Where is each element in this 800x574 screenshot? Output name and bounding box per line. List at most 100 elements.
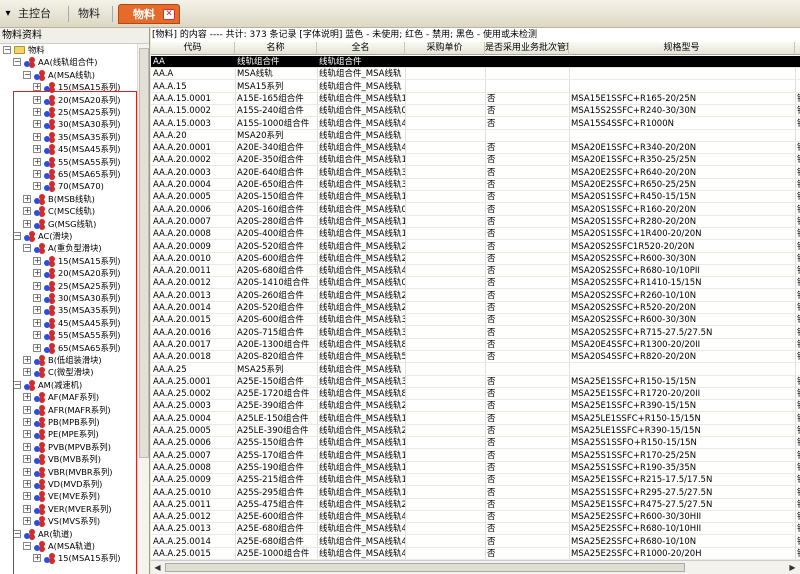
table-row[interactable]: AA.A.15.0003 A15S-1000组合件线轨组合件_MSA线轨493 否 M…: [151, 118, 800, 130]
table-row[interactable]: AA.A.20.0015 A20S-600组合件 线轨组合件_MSA线轨312 否 MS…: [151, 314, 800, 327]
expand-icon[interactable]: +: [23, 504, 31, 513]
expand-icon[interactable]: +: [23, 393, 31, 402]
tree-node[interactable]: + AF(MAF系列): [0, 391, 137, 404]
table-row[interactable]: AA.A.25.0012 A25E-600组合件 线轨组合件_MSA线轨463 否 MS…: [151, 511, 800, 524]
expand-icon[interactable]: +: [33, 294, 41, 302]
table-row[interactable]: AA.A.25.0009 A25S-215组合件 线轨组合件_MSA线轨164 否 MS…: [151, 474, 800, 487]
grid-horizontal-scrollbar[interactable]: ◀ ▶: [151, 560, 800, 574]
scroll-left-icon[interactable]: ◀: [152, 562, 163, 573]
expand-icon[interactable]: +: [23, 405, 31, 414]
tree-node[interactable]: +55(MSA55系列): [0, 329, 137, 342]
expand-icon[interactable]: +: [23, 430, 31, 439]
column-header[interactable]: 规格型号: [569, 42, 795, 55]
expand-icon[interactable]: +: [23, 219, 31, 228]
column-header[interactable]: 全名: [317, 42, 405, 55]
tree-node[interactable]: − A(MSA轨道): [0, 540, 137, 552]
table-row-selected[interactable]: AA 线轨组合件 线轨组合件: [151, 56, 800, 68]
tree-node[interactable]: + C(MSC线轨): [0, 205, 137, 218]
tree-node[interactable]: +35(MSA35系列): [0, 304, 137, 317]
tree-node[interactable]: + B(低组装滑块): [0, 354, 137, 366]
expand-icon[interactable]: +: [23, 207, 31, 216]
tree-node[interactable]: − AA(线轨组合件): [0, 56, 137, 69]
column-header[interactable]: [795, 42, 800, 55]
table-row[interactable]: AA.A.20.0006 A20S-160组合件 线轨组合件_MSA线轨0 否 MSA2…: [151, 204, 800, 216]
tree-scroll-thumb[interactable]: [139, 48, 149, 458]
table-row[interactable]: AA.A.20.0014 A20S-520组合件 线轨组合件_MSA线轨294 否 MS…: [151, 302, 800, 314]
collapse-icon[interactable]: −: [13, 380, 21, 389]
tree-node[interactable]: − A(重负型滑块): [0, 242, 137, 255]
column-header[interactable]: 是否采用业务批次管理: [485, 42, 569, 55]
expand-icon[interactable]: +: [33, 145, 41, 154]
table-row[interactable]: AA.A.15 MSA15系列 线轨组合件_MSA线轨: [151, 81, 800, 93]
table-row[interactable]: AA.A.25.0014 A25E-680组合件 线轨组合件_MSA线轨402 否 MS…: [151, 536, 800, 548]
tree-node[interactable]: + C(微型滑块): [0, 366, 137, 379]
tree-node[interactable]: +35(MSA35系列): [0, 131, 137, 143]
tree-node[interactable]: + G(MSG线轨): [0, 218, 137, 230]
table-row[interactable]: AA.A.20 MSA20系列 线轨组合件_MSA线轨: [151, 130, 800, 142]
tree-node[interactable]: − A(MSA线轨): [0, 69, 137, 81]
tree-node[interactable]: +25(MSA25系列): [0, 106, 137, 118]
tree-node[interactable]: +20(MSA20系列): [0, 267, 137, 280]
table-row[interactable]: AA.A.25.0004 A25LE-150组合件线轨组合件_MSA线轨183 否 M…: [151, 413, 800, 425]
expand-icon[interactable]: +: [23, 492, 31, 501]
tree-node[interactable]: +30(MSA30系列): [0, 118, 137, 131]
tree-node[interactable]: +15(MSA15系列): [0, 552, 137, 565]
tree-node[interactable]: + VD(MVD系列): [0, 478, 137, 490]
table-row[interactable]: AA.A.25.0013 A25E-680组合件 线轨组合件_MSA线轨487 否 MS…: [151, 523, 800, 536]
expand-icon[interactable]: +: [23, 480, 31, 488]
tree-node[interactable]: + VE(MVE系列): [0, 490, 137, 503]
expand-icon[interactable]: +: [23, 467, 31, 476]
expand-icon[interactable]: +: [33, 318, 41, 327]
tree-node[interactable]: +15(MSA15系列): [0, 255, 137, 267]
tree-node[interactable]: + PVB(MPVB系列): [0, 441, 137, 453]
table-row[interactable]: AA.A.15.0002 A15S-240组合件 线轨组合件_MSA线轨0 否 MSA1…: [151, 105, 800, 118]
collapse-icon[interactable]: −: [23, 70, 31, 79]
tree-node[interactable]: + VER(MVER系列): [0, 503, 137, 515]
expand-icon[interactable]: +: [33, 256, 41, 265]
table-row[interactable]: AA.A.25.0010 A25S-295组合件 线轨组合件_MSA线轨184 否 MS…: [151, 487, 800, 499]
expand-icon[interactable]: +: [23, 368, 31, 377]
table-row[interactable]: AA.A.20.0018 A20S-820组合件 线轨组合件_MSA线轨528 否 MS…: [151, 351, 800, 364]
expand-icon[interactable]: +: [33, 554, 41, 563]
table-row[interactable]: AA.A.20.0003 A20E-640组合件 线轨组合件_MSA线轨330 否 MS…: [151, 167, 800, 179]
expand-icon[interactable]: +: [33, 306, 41, 315]
expand-icon[interactable]: +: [33, 182, 41, 191]
table-row[interactable]: AA.A.15.0001 A15E-165组合件 线轨组合件_MSA线轨109 否 MS…: [151, 93, 800, 105]
table-row[interactable]: AA.A.20.0012 A20S-1410组合件 线轨组合件_MSA线轨0 否 MSA…: [151, 277, 800, 290]
tree-node[interactable]: +45(MSA45系列): [0, 143, 137, 156]
tree-node[interactable]: − AR(轨道): [0, 528, 137, 540]
tree-node[interactable]: − AC(滑块): [0, 230, 137, 242]
collapse-icon[interactable]: −: [3, 46, 11, 54]
tree-node[interactable]: +30(MSA30系列): [0, 292, 137, 304]
tree-node[interactable]: +25(MSA25系列): [0, 280, 137, 292]
table-row[interactable]: AA.A.25.0005 A25LE-390组合件线轨组合件_MSA线轨243 否 M…: [151, 425, 800, 437]
tree-node[interactable]: +20(MSA20系列): [0, 94, 137, 106]
tree-node[interactable]: +15(MSA15系列): [0, 81, 137, 94]
tree-node[interactable]: + AFR(MAFR系列): [0, 404, 137, 416]
column-header[interactable]: 采购单价: [405, 42, 485, 55]
expand-icon[interactable]: +: [33, 343, 41, 352]
tree-node[interactable]: − AM(减速机): [0, 379, 137, 391]
expand-icon[interactable]: +: [33, 95, 41, 104]
expand-icon[interactable]: +: [33, 157, 41, 166]
table-row[interactable]: AA.A.25.0008 A25S-190组合件 线轨组合件_MSA线轨158 否 MS…: [151, 462, 800, 474]
expand-icon[interactable]: +: [33, 83, 41, 92]
column-header[interactable]: 名称: [235, 42, 317, 55]
expand-icon[interactable]: +: [33, 269, 41, 278]
expand-icon[interactable]: +: [23, 194, 31, 203]
tree-node[interactable]: + B(MSB线轨): [0, 193, 137, 205]
tree-node[interactable]: + VS(MVS系列): [0, 515, 137, 528]
collapse-icon[interactable]: −: [23, 542, 31, 550]
expand-icon[interactable]: +: [33, 132, 41, 141]
column-header[interactable]: 代码: [151, 42, 235, 55]
table-row[interactable]: AA.A.25.0003 A25E-390组合件 线轨组合件_MSA线轨214 否 MS…: [151, 400, 800, 413]
tree-node[interactable]: + VBR(MVBR系列): [0, 466, 137, 478]
expand-icon[interactable]: +: [23, 356, 31, 364]
scroll-right-icon[interactable]: ▶: [787, 562, 798, 573]
table-row[interactable]: AA.A.25.0011 A25S-475组合件 线轨组合件_MSA线轨229 否 MS…: [151, 499, 800, 511]
tree-node[interactable]: +45(MSA45系列): [0, 317, 137, 329]
table-row[interactable]: AA.A.20.0017 A20E-1300组合件线轨组合件_MSA线轨850 否 M…: [151, 339, 800, 351]
tree-node[interactable]: +70(MSA70): [0, 180, 137, 193]
tab-material[interactable]: 物料: [70, 4, 108, 24]
expand-icon[interactable]: +: [33, 281, 41, 290]
